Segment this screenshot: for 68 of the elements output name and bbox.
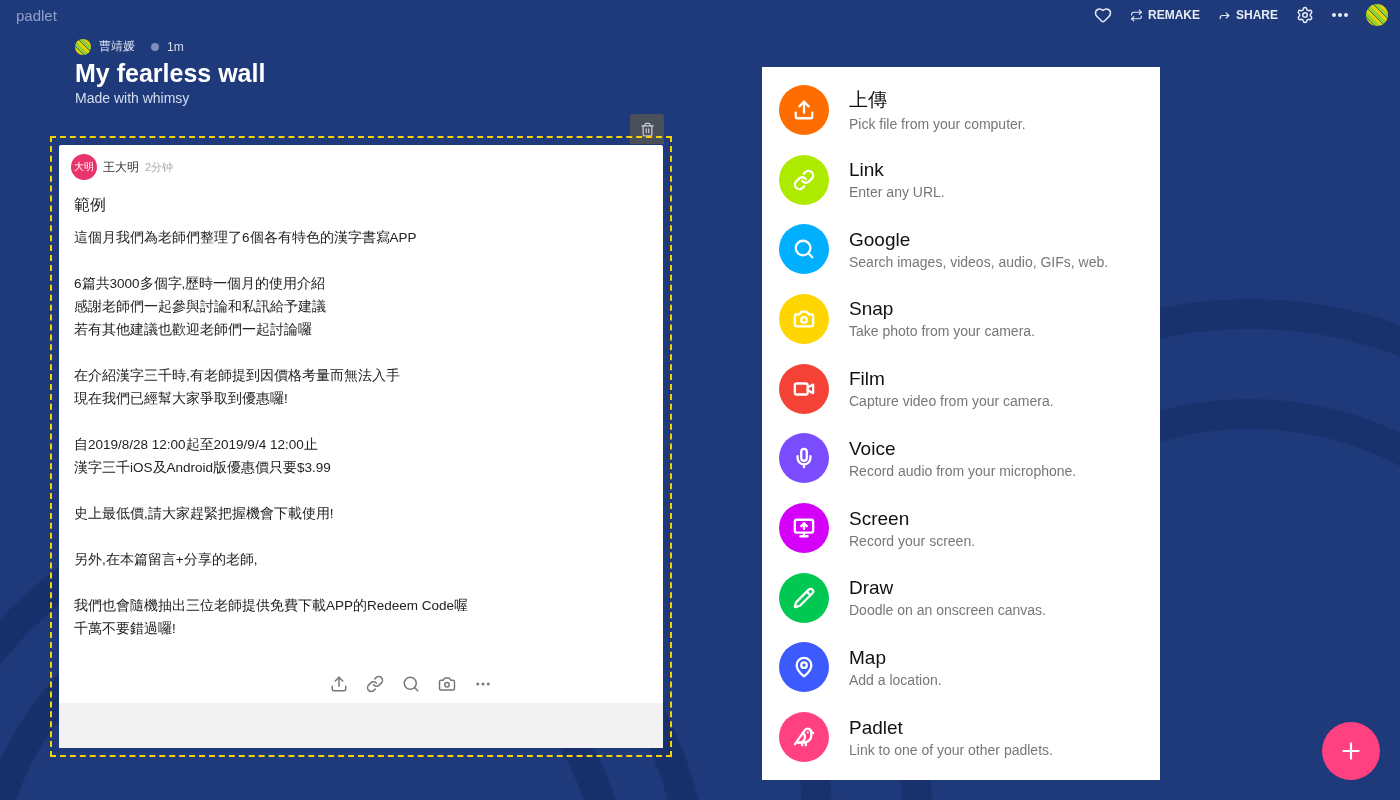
option-description: Pick file from your computer. xyxy=(849,116,1026,133)
option-title: Map xyxy=(849,646,887,669)
post-text-line: 另外,在本篇留言+分享的老師, xyxy=(74,551,259,569)
user-avatar[interactable] xyxy=(1366,4,1388,26)
post-text-line: 千萬不要錯過囉! xyxy=(74,620,177,638)
post-text-line: 6篇共3000多個字,歷時一個月的使用介紹 xyxy=(74,275,327,293)
post-text-line: 漢字三千iOS及Android版優惠價只要$3.99 xyxy=(74,459,332,477)
post-text-line: 現在我們已經幫大家爭取到優惠囉! xyxy=(74,390,289,408)
wall-title: My fearless wall xyxy=(75,59,267,88)
option-description: Take photo from your camera. xyxy=(849,323,1035,340)
app-logo[interactable]: padlet xyxy=(16,6,57,24)
option-title: Snap xyxy=(849,298,895,321)
attachment-option[interactable]: Film Capture video from your camera. xyxy=(762,353,1160,424)
author-name: 曹靖媛 xyxy=(99,38,135,55)
delete-button[interactable] xyxy=(630,114,664,144)
search-icon[interactable] xyxy=(402,675,420,693)
option-description: Link to one of your other padlets. xyxy=(849,741,1053,758)
author-avatar xyxy=(75,38,91,55)
author-badge: 大明 xyxy=(71,154,97,180)
share-button[interactable]: SHARE xyxy=(1218,8,1278,22)
post-text-line: 我們也會隨機抽出三位老師提供免費下載APP的Redeem Code喔 xyxy=(74,597,470,615)
option-description: Search images, videos, audio, GIFs, web. xyxy=(849,253,1109,270)
option-title: Screen xyxy=(849,507,911,530)
option-title: Film xyxy=(849,368,886,391)
post-time: 2分钟 xyxy=(145,159,174,175)
option-description: Enter any URL. xyxy=(849,184,945,201)
option-title: Link xyxy=(849,159,885,182)
separator-dot xyxy=(151,42,159,51)
option-description: Record your screen. xyxy=(849,532,976,549)
attachment-option[interactable]: Link Enter any URL. xyxy=(762,144,1160,215)
attachment-option[interactable]: Map Add a location. xyxy=(762,632,1160,703)
attachment-option[interactable]: Snap Take photo from your camera. xyxy=(762,284,1160,354)
attachment-option[interactable]: Voice Record audio from your microphone. xyxy=(762,423,1160,494)
option-description: Capture video from your camera. xyxy=(849,393,1054,410)
camera-icon[interactable] xyxy=(438,675,456,693)
option-title: 上傳 xyxy=(849,88,888,113)
post-subject[interactable]: 範例 xyxy=(59,189,663,216)
option-title: Google xyxy=(849,228,912,251)
remake-button[interactable]: REMAKE xyxy=(1129,8,1200,22)
option-title: Padlet xyxy=(849,716,904,739)
more-button[interactable] xyxy=(1332,13,1348,17)
option-title: Draw xyxy=(849,577,895,600)
attachment-option[interactable]: Screen Record your screen. xyxy=(762,493,1160,563)
post-author: 王大明 xyxy=(103,158,139,176)
attachment-option[interactable]: Draw Doodle on an onscreen canvas. xyxy=(762,562,1160,633)
option-title: Voice xyxy=(849,437,897,460)
wall-subtitle: Made with whimsy xyxy=(75,90,191,106)
trash-icon xyxy=(639,121,655,137)
link-icon[interactable] xyxy=(366,675,384,693)
post-text-line: 感謝老師們一起參與討論和私訊給予建議 xyxy=(74,298,327,316)
option-description: Record audio from your microphone. xyxy=(849,462,1077,479)
option-description: Add a location. xyxy=(849,671,942,688)
like-button[interactable] xyxy=(1093,6,1112,24)
settings-button[interactable] xyxy=(1296,6,1314,24)
attachment-option[interactable]: 上傳 Pick file from your computer. xyxy=(762,75,1160,145)
post-text-line: 這個月我們為老師們整理了6個各有特色的漢字書寫APP xyxy=(74,229,418,247)
attachment-option[interactable]: Google Search images, videos, audio, GIFs, web. xyxy=(762,214,1160,285)
attachment-option[interactable]: Padlet Link to one of your other padlets. xyxy=(762,702,1160,773)
repeat-icon xyxy=(1129,8,1143,22)
post-text-line: 在介紹漢字三千時,有老師提到因價格考量而無法入手 xyxy=(74,367,401,385)
post-text-line: 史上最低價,請大家趕緊把握機會下載使用! xyxy=(74,505,335,523)
upload-icon[interactable] xyxy=(330,675,348,693)
more-icon xyxy=(1332,13,1348,17)
option-description: Doodle on an onscreen canvas. xyxy=(849,602,1046,619)
add-button[interactable] xyxy=(1322,722,1380,780)
post-age: 1m xyxy=(167,39,184,54)
post-text-line: 若有其他建議也歡迎老師們一起討論囉 xyxy=(74,321,313,339)
post-text-line: 自2019/8/28 12:00起至2019/9/4 12:00止 xyxy=(74,436,319,454)
